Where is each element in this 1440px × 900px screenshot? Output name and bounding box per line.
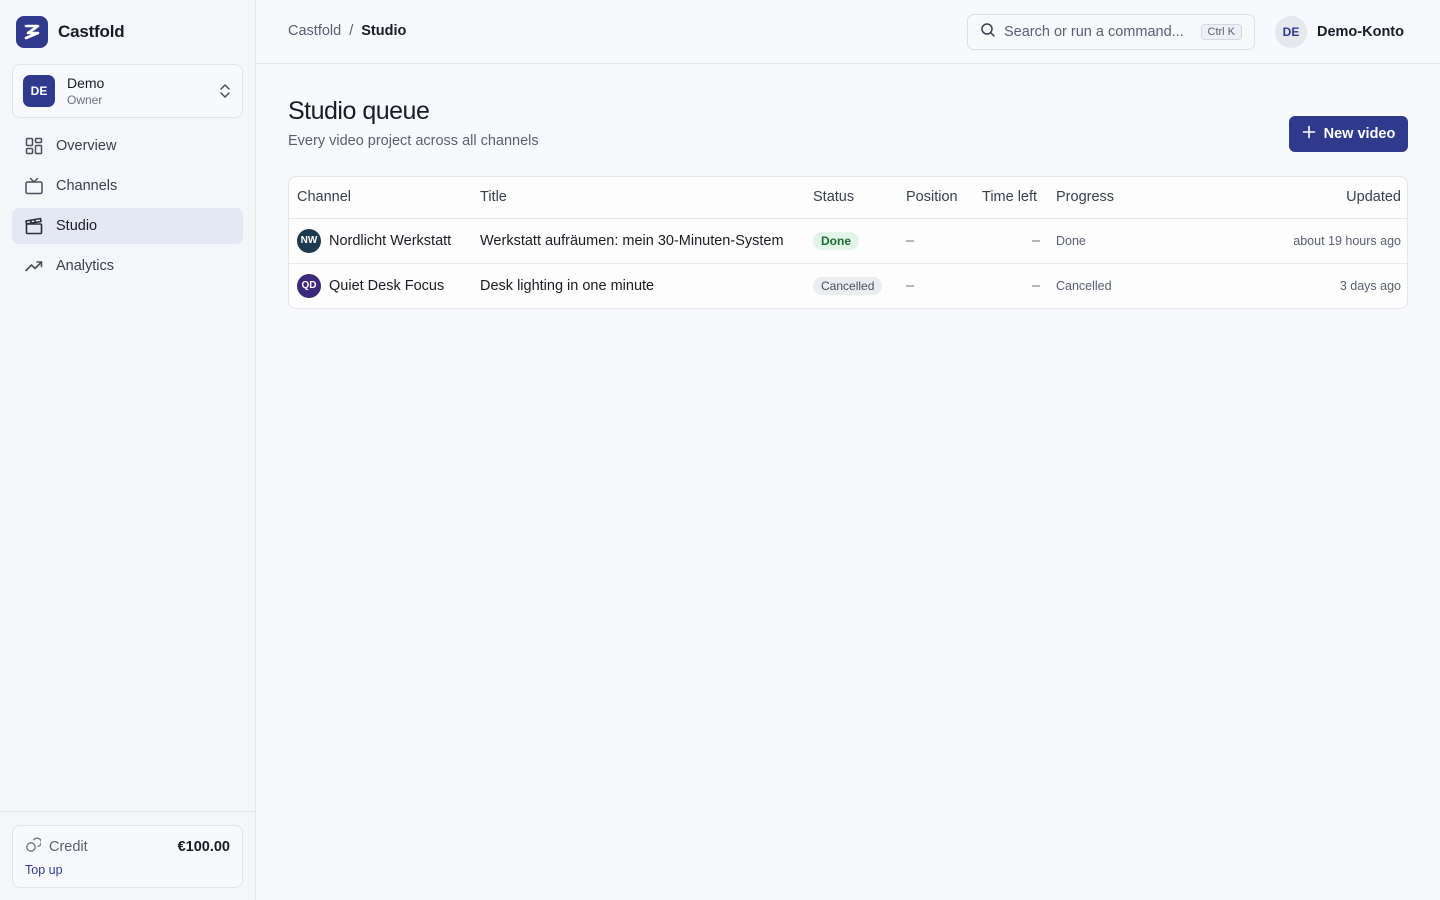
queue-position: – (906, 277, 915, 294)
column-header-progress: Progress (1048, 177, 1223, 219)
credit-card: Credit €100.00 Top up (12, 825, 243, 888)
credit-balance: €100.00 (177, 839, 230, 855)
search-placeholder: Search or run a command... (1004, 24, 1184, 40)
sidebar: Castfold DE Demo Owner Overview Channels… (0, 0, 256, 900)
sidebar-item-studio[interactable]: Studio (12, 208, 243, 244)
brand[interactable]: Castfold (16, 16, 125, 48)
channel-avatar: NW (297, 228, 321, 253)
user-menu[interactable]: DE Demo-Konto (1275, 16, 1404, 48)
column-header-title: Title (472, 177, 805, 219)
clapperboard-icon (24, 216, 44, 236)
workspace-switcher[interactable]: DE Demo Owner (12, 64, 243, 118)
updated-time: 3 days ago (1339, 278, 1401, 293)
video-title: Werkstatt aufräumen: mein 30-Minuten-Sys… (472, 218, 805, 264)
top-header: Castfold / Studio Search or run a comman… (256, 0, 1440, 64)
sidebar-nav: Overview Channels Studio Analytics (12, 128, 243, 288)
column-header-status: Status (805, 177, 898, 219)
new-video-label: New video (1323, 126, 1396, 142)
status-badge: Cancelled (813, 276, 883, 295)
search-input[interactable]: Search or run a command... Ctrl K (967, 14, 1255, 50)
search-icon (980, 22, 996, 43)
plus-icon (1302, 125, 1316, 143)
breadcrumb-root[interactable]: Castfold (288, 23, 341, 39)
sidebar-item-label: Channels (56, 178, 118, 194)
workspace-role: Owner (67, 93, 103, 107)
grid-icon (24, 136, 44, 156)
progress-text: Done (1048, 218, 1223, 264)
new-video-button[interactable]: New video (1289, 116, 1408, 152)
coins-icon (25, 837, 42, 857)
sidebar-item-analytics[interactable]: Analytics (12, 248, 243, 284)
video-title: Desk lighting in one minute (480, 277, 655, 294)
channel-name: Quiet Desk Focus (329, 277, 445, 294)
castfold-logo-icon (16, 16, 48, 48)
studio-queue-table: Channel Title Status Position Time left … (288, 176, 1408, 309)
column-header-position: Position (898, 177, 974, 219)
sidebar-item-label: Overview (56, 138, 117, 154)
breadcrumb: Castfold / Studio (288, 23, 406, 39)
table-row[interactable]: NW Nordlicht Werkstatt Werkstatt aufräum… (289, 218, 1407, 264)
time-left: – (1031, 277, 1040, 294)
brand-name: Castfold (58, 22, 125, 41)
user-name: Demo-Konto (1317, 24, 1404, 40)
workspace-avatar: DE (23, 75, 55, 107)
sidebar-item-overview[interactable]: Overview (12, 128, 243, 164)
sidebar-item-channels[interactable]: Channels (12, 168, 243, 204)
status-badge: Done (813, 231, 859, 250)
column-header-updated: Updated (1223, 177, 1407, 219)
keyboard-shortcut: Ctrl K (1200, 24, 1242, 40)
trending-up-icon (24, 256, 44, 276)
breadcrumb-current: Studio (361, 23, 407, 39)
avatar: DE (1275, 16, 1307, 48)
sidebar-item-label: Studio (56, 218, 98, 234)
column-header-channel: Channel (289, 177, 472, 219)
breadcrumb-separator: / (349, 23, 354, 39)
table-header-row: Channel Title Status Position Time left … (289, 177, 1407, 219)
table-row[interactable]: QD Quiet Desk Focus Desk lighting in one… (289, 263, 1407, 308)
column-header-time-left: Time left (974, 177, 1048, 219)
top-up-link[interactable]: Top up (25, 863, 230, 877)
progress-text: Cancelled (1056, 278, 1112, 293)
sidebar-footer: Credit €100.00 Top up (0, 811, 256, 900)
time-left: – (974, 218, 1048, 264)
chevrons-up-down-icon (218, 82, 232, 100)
queue-position: – (898, 218, 974, 264)
tv-icon (24, 176, 44, 196)
credit-label: Credit (49, 839, 88, 855)
channel-avatar: QD (297, 273, 321, 298)
channel-name: Nordlicht Werkstatt (329, 232, 452, 249)
page-subtitle: Every video project across all channels (288, 133, 539, 149)
updated-time: about 19 hours ago (1223, 218, 1407, 264)
page-title: Studio queue (288, 97, 430, 125)
sidebar-item-label: Analytics (56, 258, 115, 274)
workspace-name: Demo (67, 75, 105, 91)
